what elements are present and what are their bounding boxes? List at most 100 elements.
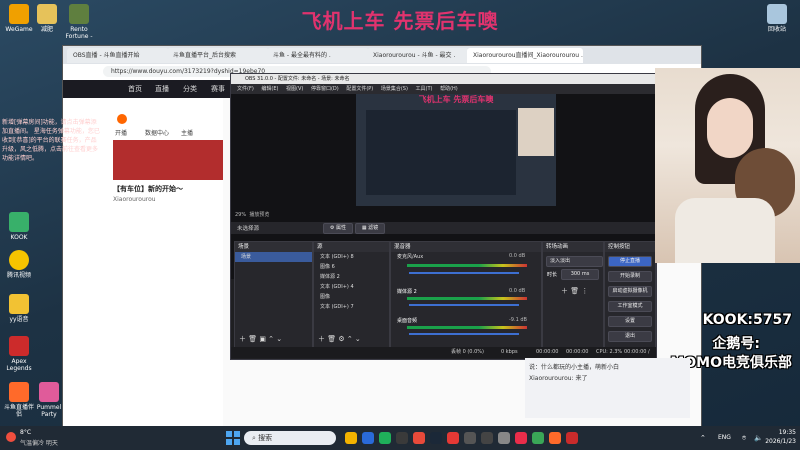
- nav-home[interactable]: 首页: [128, 84, 142, 94]
- obs-status-bar: 丢帧 0 (0.0%) 0 kbps 00:00:00 00:00:00 CPU…: [231, 347, 656, 366]
- menu-help[interactable]: 帮助(H): [440, 86, 458, 92]
- taskbar-search[interactable]: ⌕ 搜索: [244, 431, 336, 445]
- transitions-panel: 转场动画 淡入淡出 时长 300 ms ＋ 🗑 ⋮: [542, 241, 604, 348]
- browser-tab-2[interactable]: 斗鱼直播平台_后台搜索: [167, 48, 269, 63]
- app-icon[interactable]: [532, 432, 544, 444]
- properties-button[interactable]: ⚙ 属性: [323, 223, 353, 234]
- app-icon[interactable]: [566, 432, 578, 444]
- menu-dock[interactable]: 停靠窗口(D): [311, 86, 339, 92]
- mixer-meter: [407, 264, 527, 267]
- stream-thumbnail[interactable]: [113, 140, 223, 180]
- nav-events[interactable]: 赛事: [211, 84, 225, 94]
- menu-scene-collection[interactable]: 场景集合(S): [381, 86, 408, 92]
- source-item[interactable]: 文本 (GDI+) 8: [314, 252, 389, 262]
- person-sweater: [675, 198, 775, 263]
- tools-bar: 开播 数据中心 主播: [113, 108, 213, 137]
- desktop-icon-douyu-assistant[interactable]: 斗鱼直播伴侣: [2, 382, 36, 418]
- app-icon[interactable]: [447, 432, 459, 444]
- scene-item[interactable]: 场景: [235, 252, 312, 262]
- network-icon[interactable]: ⌾: [742, 434, 746, 443]
- source-item[interactable]: 文本 (GDI+) 4: [314, 282, 389, 292]
- up-arrow-icon[interactable]: ⌃: [700, 434, 706, 442]
- settings-button[interactable]: 设置: [608, 316, 652, 327]
- douyu-icon[interactable]: [549, 432, 561, 444]
- language-indicator[interactable]: ENG: [718, 434, 731, 441]
- stream-title[interactable]: 【有车位】新的开始～: [113, 184, 183, 194]
- clock-date[interactable]: 2026/1/23: [760, 438, 796, 445]
- transition-actions[interactable]: ＋ 🗑 ⋮: [561, 286, 588, 296]
- source-toolbar: 未选择源 ⚙ 属性 ▦ 滤镜: [231, 222, 656, 234]
- studio-mode-button[interactable]: 工作室模式: [608, 301, 652, 312]
- source-actions[interactable]: ＋ 🗑 ⚙ ⌃ ⌄: [318, 334, 361, 344]
- webcam-overlay: [655, 68, 800, 263]
- sources-panel-title: 源: [314, 242, 389, 252]
- browser-tab-3[interactable]: 斗鱼 - 最全最有料的 .: [267, 48, 369, 63]
- source-item[interactable]: 图像 6: [314, 262, 389, 272]
- menu-view[interactable]: 视图(V): [286, 86, 303, 92]
- menu-tools[interactable]: 工具(T): [416, 86, 433, 92]
- zoom-level: 29% 播放预览: [235, 212, 270, 218]
- stop-streaming-button[interactable]: 停止直播: [608, 256, 652, 267]
- menu-edit[interactable]: 编辑(E): [261, 86, 278, 92]
- kook-icon: [9, 212, 29, 232]
- browser-tab-4[interactable]: Xiaorourourou - 斗鱼 - 最交 .: [367, 48, 469, 63]
- scenes-panel: 场景 场景 ＋ 🗑 ▣ ⌃ ⌄: [234, 241, 313, 348]
- filters-button[interactable]: ▦ 滤镜: [355, 223, 385, 234]
- obs-window: OBS 31.0.0 - 配置文件: 未命名 - 场景: 未命名 文件(F) 编…: [230, 73, 657, 366]
- steam-icon[interactable]: [430, 432, 442, 444]
- nav-category[interactable]: 分类: [183, 84, 197, 94]
- desktop-icon-apex[interactable]: Apex Legends: [2, 336, 36, 372]
- netease-music-icon[interactable]: [515, 432, 527, 444]
- scene-actions[interactable]: ＋ 🗑 ▣ ⌃ ⌄: [239, 334, 282, 344]
- browser-tab-5[interactable]: Xiaorourourou直播间_Xiaorourourou .: [467, 48, 583, 63]
- game-icon: [69, 4, 89, 24]
- app-icon[interactable]: [413, 432, 425, 444]
- chat-area: 说：什么都玩的小主播，萌新小白 Xiaorourourou: 来了: [525, 358, 690, 418]
- edge-icon[interactable]: [362, 432, 374, 444]
- obs-icon[interactable]: [481, 432, 493, 444]
- scenes-panel-title: 场景: [235, 242, 312, 252]
- source-item[interactable]: 文本 (GDI+) 7: [314, 302, 389, 312]
- desktop-icon-recycle-bin[interactable]: 回收站: [760, 4, 794, 33]
- app-icon[interactable]: [498, 432, 510, 444]
- source-item[interactable]: 媒体源 2: [314, 272, 389, 282]
- clock-time[interactable]: 19:35: [768, 429, 796, 436]
- banner-text: 飞机上车 先票后车噢: [301, 9, 499, 33]
- browser-tab-1[interactable]: OBS直播 - 斗鱼直播开始: [67, 48, 169, 63]
- start-recording-button[interactable]: 开始录制: [608, 271, 652, 282]
- person-face: [707, 98, 753, 158]
- transition-select[interactable]: 淡入淡出: [546, 256, 603, 267]
- start-button[interactable]: [226, 431, 240, 445]
- streamer-name[interactable]: Xiaorourourou: [113, 196, 156, 203]
- desktop-icon-game[interactable]: Rento Fortune -: [62, 4, 96, 40]
- notice-text: 新增[弹幕房间]功能，请点击弹幕添加直播间。 星海任务弹幕功能，您已收到[恭喜]…: [2, 119, 100, 162]
- go-live-icon[interactable]: [117, 114, 127, 124]
- recycle-bin-icon: [767, 4, 787, 24]
- menu-file[interactable]: 文件(F): [237, 86, 254, 92]
- desktop-icon-kook[interactable]: KOOK: [2, 212, 36, 241]
- wechat-icon[interactable]: [379, 432, 391, 444]
- file-explorer-icon[interactable]: [345, 432, 357, 444]
- mixer-volume-slider[interactable]: [409, 333, 519, 335]
- desktop-icon-yy[interactable]: yy语音: [2, 294, 36, 323]
- weather-temp: 8°C: [20, 429, 32, 436]
- watermark-kook: KOOK:5757: [702, 312, 792, 328]
- desktop-icon-1[interactable]: 腾讯视频: [2, 250, 36, 279]
- desktop-icon-folder[interactable]: 减肥: [30, 4, 64, 33]
- nav-live[interactable]: 直播: [155, 84, 169, 94]
- controls-panel-title: 控制按钮: [605, 242, 655, 252]
- obs-menu: 文件(F) 编辑(E) 视图(V) 停靠窗口(D) 配置文件(P) 场景集合(S…: [231, 84, 656, 94]
- mixer-volume-slider[interactable]: [409, 272, 519, 274]
- exit-button[interactable]: 退出: [608, 331, 652, 342]
- mixer-channel-name: 桌面音频: [397, 318, 418, 324]
- transition-duration[interactable]: 300 ms: [561, 269, 599, 280]
- desktop-icon-pummel[interactable]: Pummel Party: [32, 382, 66, 418]
- controls-panel: 控制按钮 停止直播 开始录制 启动虚拟摄像机 工作室模式 设置 退出: [604, 241, 656, 348]
- weather-icon[interactable]: [6, 432, 16, 442]
- chrome-icon[interactable]: [396, 432, 408, 444]
- source-item[interactable]: 图像: [314, 292, 389, 302]
- mixer-volume-slider[interactable]: [409, 304, 519, 306]
- app-icon[interactable]: [464, 432, 476, 444]
- virtual-camera-button[interactable]: 启动虚拟摄像机: [608, 286, 652, 297]
- menu-profile[interactable]: 配置文件(P): [346, 86, 373, 92]
